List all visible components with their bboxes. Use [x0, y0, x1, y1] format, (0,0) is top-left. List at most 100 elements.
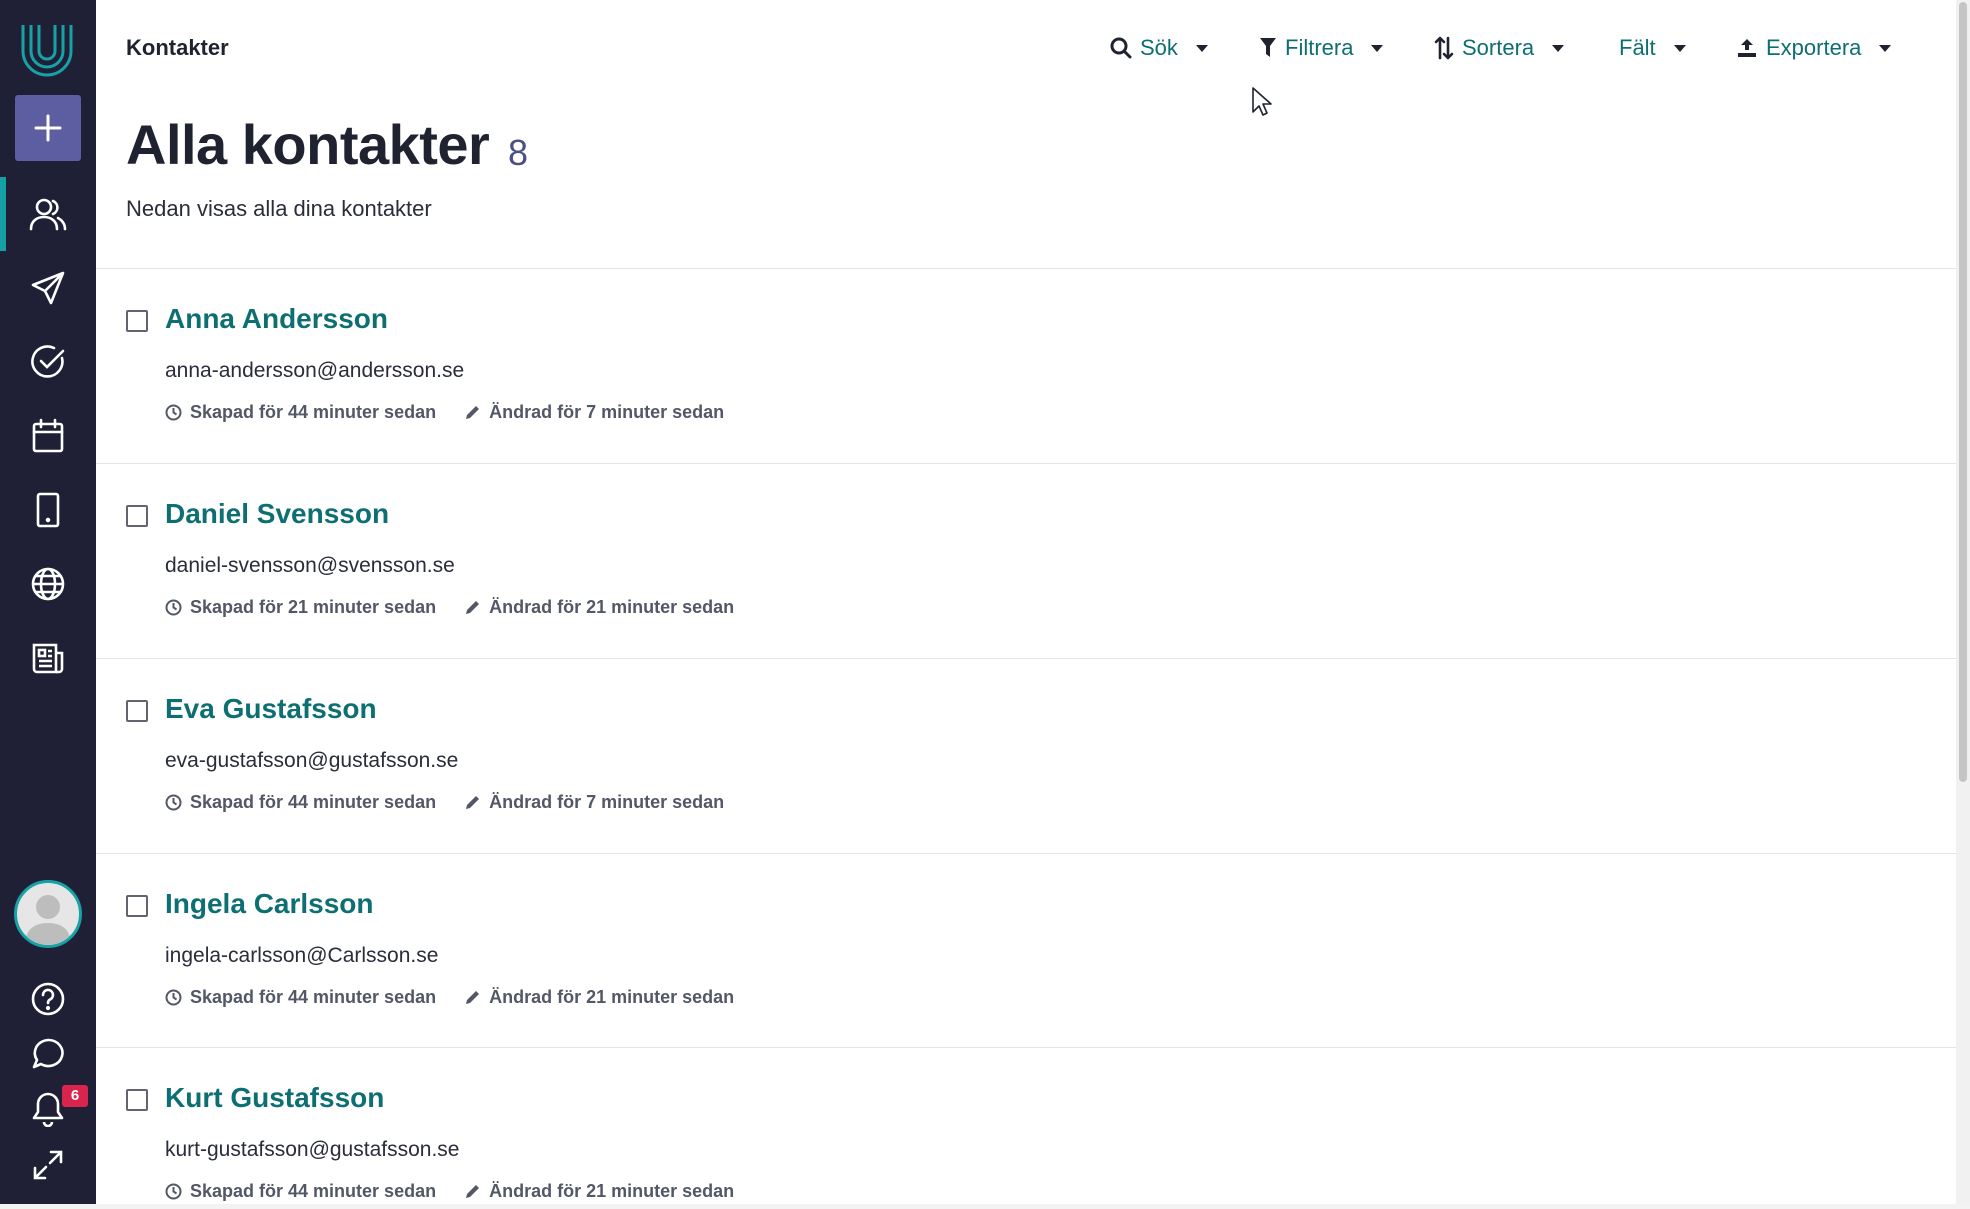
contact-meta: Skapad för 44 minuter sedan Ändrad för 2…: [165, 987, 734, 1008]
search-icon: [1110, 37, 1132, 59]
clock-icon: [165, 989, 182, 1006]
nav-documents[interactable]: [0, 621, 96, 695]
created-info: Skapad för 44 minuter sedan: [165, 1181, 436, 1202]
contact-name-link[interactable]: Anna Andersson: [165, 303, 388, 335]
pencil-icon: [466, 991, 480, 1004]
contact-meta: Skapad för 21 minuter sedan Ändrad för 2…: [165, 597, 734, 618]
clock-icon: [165, 599, 182, 616]
select-checkbox[interactable]: [126, 1089, 148, 1111]
expand-icon: [33, 1150, 63, 1180]
select-checkbox[interactable]: [126, 895, 148, 917]
select-checkbox[interactable]: [126, 505, 148, 527]
contact-email: eva-gustafsson@gustafsson.se: [165, 749, 459, 772]
created-info: Skapad för 44 minuter sedan: [165, 987, 436, 1008]
modified-info: Ändrad för 21 minuter sedan: [464, 597, 734, 618]
export-label: Exportera: [1766, 35, 1862, 60]
created-text: Skapad för 44 minuter sedan: [190, 1181, 437, 1201]
nav-tasks[interactable]: [0, 325, 96, 399]
modified-info: Ändrad för 21 minuter sedan: [464, 987, 734, 1008]
contact-email: ingela-carlsson@Carlsson.se: [165, 944, 439, 967]
contact-email: kurt-gustafsson@gustafsson.se: [165, 1138, 460, 1161]
clock-icon: [165, 404, 182, 421]
pencil-icon: [466, 406, 480, 419]
user-avatar-icon: [25, 895, 71, 945]
scrollbar[interactable]: [1956, 0, 1970, 1209]
chevron-down-icon: [1552, 44, 1565, 52]
fields-label: Fält: [1619, 35, 1656, 60]
clock-icon: [165, 794, 182, 811]
contact-meta: Skapad för 44 minuter sedan Ändrad för 2…: [165, 1181, 734, 1202]
select-checkbox[interactable]: [126, 310, 148, 332]
modified-info: Ändrad för 21 minuter sedan: [464, 1181, 734, 1202]
created-text: Skapad för 44 minuter sedan: [190, 987, 437, 1007]
created-text: Skapad för 21 minuter sedan: [190, 597, 437, 617]
list-item: Daniel Svensson daniel-svensson@svensson…: [96, 464, 1956, 658]
fields-dropdown[interactable]: Fält: [1619, 30, 1686, 66]
page-subtitle: Nedan visas alla dina kontakter: [126, 196, 432, 221]
clock-icon: [165, 1183, 182, 1200]
select-checkbox[interactable]: [126, 700, 148, 722]
expand-button[interactable]: [0, 1128, 96, 1202]
scrollbar-thumb[interactable]: [1959, 2, 1967, 782]
topbar: Kontakter Sök Filtrera Sortera Fält Expo…: [96, 0, 1956, 96]
modified-info: Ändrad för 7 minuter sedan: [464, 792, 724, 813]
nav-device[interactable]: [0, 473, 96, 547]
pencil-icon: [466, 1185, 480, 1198]
sidebar: 6: [0, 0, 96, 1209]
contact-email: daniel-svensson@svensson.se: [165, 554, 455, 577]
bell-icon: [32, 1092, 64, 1127]
filter-icon: [1260, 38, 1276, 57]
list-item: Anna Andersson anna-andersson@andersson.…: [96, 269, 1956, 463]
tablet-icon: [36, 492, 60, 528]
created-info: Skapad för 44 minuter sedan: [165, 792, 436, 813]
modified-text: Ändrad för 21 minuter sedan: [489, 597, 735, 617]
sort-dropdown[interactable]: Sortera: [1434, 30, 1565, 66]
contact-name-link[interactable]: Kurt Gustafsson: [165, 1082, 384, 1114]
modified-text: Ändrad för 21 minuter sedan: [489, 1181, 735, 1201]
pencil-icon: [466, 796, 480, 809]
breadcrumb: Kontakter: [126, 35, 229, 60]
modified-text: Ändrad för 21 minuter sedan: [489, 987, 735, 1007]
contact-meta: Skapad för 44 minuter sedan Ändrad för 7…: [165, 792, 724, 813]
contact-name-link[interactable]: Daniel Svensson: [165, 498, 389, 530]
pencil-icon: [466, 601, 480, 614]
created-text: Skapad för 44 minuter sedan: [190, 792, 437, 812]
created-text: Skapad för 44 minuter sedan: [190, 402, 437, 422]
list-item: Kurt Gustafsson kurt-gustafsson@gustafss…: [96, 1048, 1956, 1204]
search-label: Sök: [1140, 35, 1178, 60]
globe-icon: [31, 567, 65, 601]
nav-calendar[interactable]: [0, 399, 96, 473]
notification-badge: 6: [62, 1085, 88, 1107]
nav-contacts[interactable]: [0, 177, 96, 251]
plus-icon: [34, 114, 62, 142]
calendar-icon: [32, 418, 64, 453]
contact-name-link[interactable]: Ingela Carlsson: [165, 888, 374, 920]
contacts-icon: [29, 198, 67, 231]
send-icon: [31, 271, 65, 305]
created-info: Skapad för 21 minuter sedan: [165, 597, 436, 618]
nav-web[interactable]: [0, 547, 96, 621]
page-title: Alla kontakter: [126, 113, 490, 176]
window-bottom-edge: [0, 1204, 1970, 1209]
modified-text: Ändrad för 7 minuter sedan: [489, 402, 725, 422]
contact-count: 8: [508, 132, 529, 173]
chevron-down-icon: [1195, 44, 1208, 52]
search-dropdown[interactable]: Sök: [1110, 30, 1208, 66]
export-icon: [1738, 39, 1756, 57]
created-info: Skapad för 44 minuter sedan: [165, 402, 436, 423]
export-dropdown[interactable]: Exportera: [1736, 30, 1892, 66]
filter-label: Filtrera: [1285, 35, 1354, 60]
filter-dropdown[interactable]: Filtrera: [1259, 30, 1384, 66]
avatar[interactable]: [14, 880, 82, 948]
contact-email: anna-andersson@andersson.se: [165, 359, 465, 382]
list-item: Ingela Carlsson ingela-carlsson@Carlsson…: [96, 854, 1956, 1048]
contact-name-link[interactable]: Eva Gustafsson: [165, 693, 377, 725]
chat-icon: [32, 1038, 64, 1069]
add-button[interactable]: [15, 95, 81, 161]
help-icon: [31, 982, 65, 1016]
logo-icon[interactable]: [17, 17, 77, 79]
chevron-down-icon: [1371, 44, 1384, 52]
nav-send[interactable]: [0, 251, 96, 325]
sort-label: Sortera: [1462, 35, 1535, 60]
chevron-down-icon: [1879, 44, 1892, 52]
